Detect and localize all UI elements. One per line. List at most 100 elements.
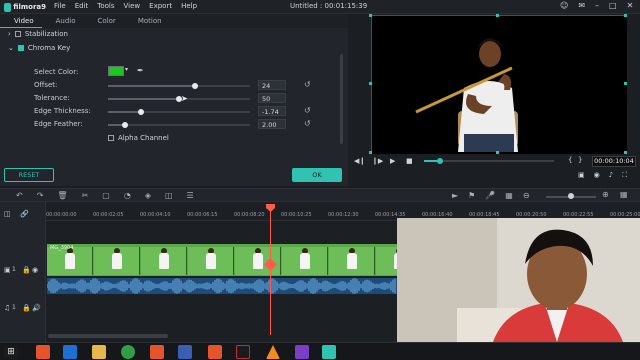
- maximize-icon[interactable]: □: [609, 1, 617, 10]
- reset-edge-feather-icon[interactable]: ↺: [304, 119, 311, 128]
- playback-progress-bar[interactable]: [424, 160, 554, 162]
- chrome-icon[interactable]: [121, 345, 135, 359]
- menu-view[interactable]: View: [124, 2, 141, 10]
- snapshot-icon[interactable]: ◉: [594, 171, 600, 180]
- transform-handle[interactable]: [624, 14, 627, 17]
- render-icon[interactable]: ►: [452, 191, 458, 200]
- tab-motion[interactable]: Motion: [124, 14, 170, 28]
- edge-thickness-slider[interactable]: [108, 109, 250, 115]
- fullscreen-icon[interactable]: ⛶: [622, 171, 627, 180]
- color-icon[interactable]: ◈: [145, 191, 151, 200]
- internet-explorer-icon[interactable]: [63, 345, 77, 359]
- edge-feather-slider-knob[interactable]: [122, 122, 128, 128]
- stabilization-checkbox[interactable]: [14, 31, 21, 37]
- tab-audio[interactable]: Audio: [42, 14, 84, 28]
- voiceover-icon[interactable]: 🎤: [485, 191, 495, 200]
- menu-help[interactable]: Help: [181, 2, 197, 10]
- menu-file[interactable]: File: [54, 2, 66, 10]
- chroma-key-checkbox[interactable]: [17, 45, 24, 51]
- mail-icon[interactable]: ✉: [578, 1, 585, 10]
- delete-icon[interactable]: 🗑: [57, 191, 67, 200]
- redo-icon[interactable]: ↷: [37, 191, 44, 200]
- vlc-icon[interactable]: [266, 345, 280, 359]
- step-back-icon[interactable]: ◀❙: [354, 157, 365, 165]
- audio-mixer-icon[interactable]: ☰: [187, 191, 194, 200]
- zoom-out-icon[interactable]: ⊖: [523, 191, 530, 200]
- offset-value[interactable]: 24: [258, 80, 286, 90]
- zoom-fit-icon[interactable]: ▦: [620, 190, 628, 199]
- undo-icon[interactable]: ↶: [16, 191, 23, 200]
- chroma-key-section[interactable]: ⌄ Chroma Key: [8, 44, 70, 52]
- link-icon[interactable]: 🔗: [20, 210, 29, 218]
- user-icon[interactable]: ☺: [560, 1, 568, 10]
- offset-slider-knob[interactable]: [192, 83, 198, 89]
- tolerance-value[interactable]: 50: [258, 93, 286, 103]
- edge-thickness-value[interactable]: -1.74: [258, 106, 286, 116]
- menu-export[interactable]: Export: [149, 2, 172, 10]
- lock-icon[interactable]: 🔒: [22, 304, 31, 312]
- transform-handle[interactable]: [496, 14, 499, 17]
- reset-button[interactable]: RESET: [4, 168, 54, 182]
- eye-icon[interactable]: ◉: [32, 266, 38, 274]
- visual-studio-icon[interactable]: [295, 345, 309, 359]
- stabilization-section[interactable]: › Stabilization: [8, 30, 68, 38]
- color-swatch[interactable]: [108, 66, 124, 76]
- reset-offset-icon[interactable]: ↺: [304, 80, 311, 89]
- app-icon[interactable]: [236, 345, 250, 359]
- alpha-channel-checkbox[interactable]: [108, 135, 114, 141]
- ok-button[interactable]: OK: [292, 168, 342, 182]
- eyedropper-icon[interactable]: ✒: [137, 66, 144, 75]
- zoom-in-icon[interactable]: ⊕: [602, 190, 609, 199]
- split-screen-icon[interactable]: ◫: [165, 191, 173, 200]
- app-icon[interactable]: [178, 345, 192, 359]
- mark-in-icon[interactable]: {: [568, 156, 572, 164]
- cut-icon[interactable]: ✂: [82, 191, 89, 200]
- offset-slider[interactable]: [108, 83, 250, 89]
- close-icon[interactable]: ✕: [627, 1, 634, 10]
- menu-tools[interactable]: Tools: [97, 2, 114, 10]
- playback-progress-knob[interactable]: [437, 158, 443, 164]
- chevron-down-icon[interactable]: ▾: [125, 66, 131, 76]
- transform-handle[interactable]: [496, 151, 499, 154]
- tolerance-slider[interactable]: [108, 96, 250, 102]
- audio-clip[interactable]: [47, 278, 397, 294]
- start-icon[interactable]: ⊞: [4, 345, 18, 359]
- transform-handle[interactable]: [624, 151, 627, 154]
- alpha-channel-option[interactable]: Alpha Channel: [108, 134, 169, 142]
- add-track-icon[interactable]: ◫: [4, 210, 11, 218]
- video-clip[interactable]: [47, 244, 422, 276]
- display-icon[interactable]: ▣: [578, 171, 585, 180]
- timeline-scrollbar[interactable]: [48, 334, 168, 338]
- app-icon[interactable]: [150, 345, 164, 359]
- volume-icon[interactable]: ♪: [609, 171, 613, 180]
- filmora-taskbar-icon[interactable]: [322, 345, 336, 359]
- transform-handle[interactable]: [369, 14, 372, 17]
- marker-icon[interactable]: ⚑: [468, 191, 475, 200]
- chevron-right-icon[interactable]: ›: [8, 30, 11, 38]
- speaker-icon[interactable]: 🔊: [32, 304, 41, 312]
- panel-scrollbar[interactable]: [340, 54, 343, 144]
- app-icon[interactable]: [208, 345, 222, 359]
- transform-handle[interactable]: [369, 151, 372, 154]
- stop-icon[interactable]: ■: [406, 157, 413, 165]
- mixer-icon[interactable]: ▦: [505, 191, 513, 200]
- minimize-icon[interactable]: –: [595, 1, 599, 10]
- tab-color[interactable]: Color: [84, 14, 124, 28]
- speed-icon[interactable]: ◔: [124, 191, 131, 200]
- menu-edit[interactable]: Edit: [75, 2, 89, 10]
- tab-video[interactable]: Video: [0, 14, 42, 28]
- chevron-down-icon[interactable]: ⌄: [8, 44, 14, 52]
- edge-thickness-slider-knob[interactable]: [138, 109, 144, 115]
- transform-handle[interactable]: [369, 82, 372, 85]
- play-icon[interactable]: ▶: [390, 157, 395, 165]
- file-explorer-icon[interactable]: [92, 345, 106, 359]
- edge-feather-value[interactable]: 2.00: [258, 119, 286, 129]
- mark-out-icon[interactable]: }: [578, 156, 582, 164]
- transform-handle[interactable]: [624, 82, 627, 85]
- lock-icon[interactable]: 🔒: [22, 266, 31, 274]
- step-forward-icon[interactable]: ❙▶: [372, 157, 383, 165]
- preview-video[interactable]: [371, 15, 627, 154]
- reset-edge-thickness-icon[interactable]: ↺: [304, 106, 311, 115]
- zoom-slider-knob[interactable]: [568, 193, 574, 199]
- edge-feather-slider[interactable]: [108, 122, 250, 128]
